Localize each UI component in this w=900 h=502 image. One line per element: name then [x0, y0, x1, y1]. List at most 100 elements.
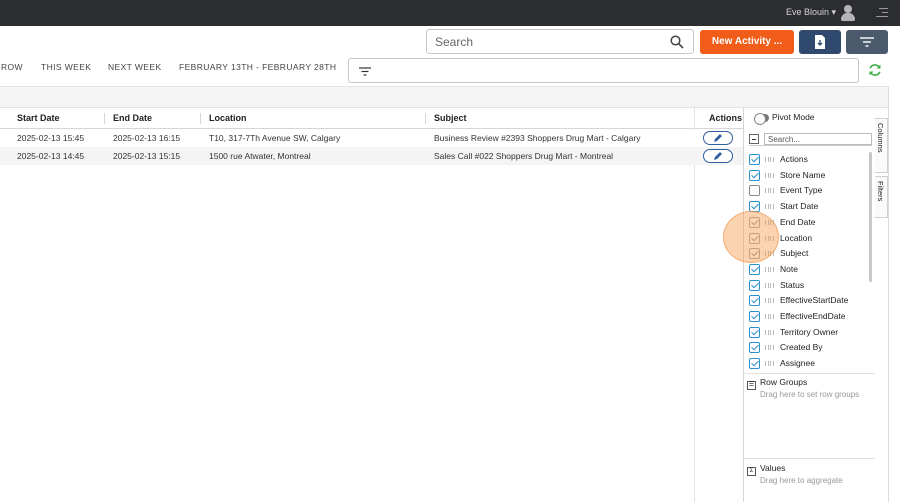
column-checkbox[interactable]	[749, 311, 760, 322]
column-item[interactable]: Status	[749, 278, 867, 293]
search-icon[interactable]	[670, 35, 684, 49]
filter-lines-icon	[860, 37, 874, 47]
column-item[interactable]: Actions	[749, 152, 867, 167]
search-box[interactable]	[426, 29, 694, 54]
right-border	[888, 86, 889, 502]
column-checkbox[interactable]	[749, 326, 760, 338]
filter-button[interactable]	[846, 30, 888, 54]
column-item[interactable]: Note	[749, 262, 867, 277]
column-checkbox[interactable]	[749, 342, 760, 354]
header-subject[interactable]: Subject	[425, 108, 467, 129]
drag-handle-icon[interactable]	[765, 172, 774, 178]
column-search-input[interactable]	[764, 133, 872, 145]
activity-grid: Start Date End Date Location Subject Act…	[0, 108, 743, 502]
drag-handle-icon[interactable]	[765, 204, 774, 210]
column-label: Created By	[780, 342, 823, 353]
drag-handle-icon[interactable]	[765, 282, 774, 288]
nav-this-week[interactable]: THIS WEEK	[41, 62, 91, 72]
column-checkbox[interactable]	[749, 185, 760, 197]
cell-end-date: 2025-02-13 16:15	[113, 133, 181, 143]
tab-columns[interactable]: Columns	[875, 118, 888, 173]
side-tabs: Columns Filters	[875, 118, 888, 218]
cell-start-date: 2025-02-13 14:45	[17, 151, 85, 161]
table-row[interactable]: 2025-02-13 15:45 2025-02-13 16:15 T10, 3…	[0, 129, 743, 147]
cell-location: T10, 317-7Th Avenue SW, Calgary	[209, 133, 341, 143]
column-item[interactable]: EffectiveEndDate	[749, 309, 867, 324]
drag-handle-icon[interactable]	[765, 298, 774, 304]
column-label: End Date	[780, 216, 816, 227]
column-checkbox[interactable]	[749, 295, 760, 307]
header-end-date[interactable]: End Date	[104, 108, 152, 129]
column-search-row	[749, 133, 872, 146]
avatar-icon[interactable]	[840, 4, 856, 22]
export-document-button[interactable]	[799, 30, 841, 54]
table-row[interactable]: 2025-02-13 14:45 2025-02-13 15:15 1500 r…	[0, 147, 743, 165]
user-menu[interactable]: Eve Blouin ▾	[786, 7, 836, 18]
cell-start-date: 2025-02-13 15:45	[17, 133, 85, 143]
pencil-icon	[714, 152, 722, 160]
column-checkbox[interactable]	[749, 279, 760, 291]
nav-row[interactable]: ROW	[1, 62, 23, 72]
column-item[interactable]: Start Date	[749, 199, 867, 214]
column-label: EffectiveStartDate	[780, 295, 849, 306]
column-label: Status	[780, 279, 805, 290]
row-groups-drop-zone[interactable]: Drag here to set row groups	[760, 390, 870, 400]
column-checkbox[interactable]	[749, 358, 760, 370]
column-tool-panel: Pivot Mode Actions Store Name Event Type St…	[743, 108, 875, 502]
row-groups-icon: ☰	[747, 381, 756, 390]
column-label: Event Type	[780, 185, 823, 196]
header-location[interactable]: Location	[200, 108, 247, 129]
select-all-checkbox[interactable]	[749, 134, 759, 144]
filter-lines-icon	[359, 67, 371, 76]
values-drop-zone[interactable]: Drag here to aggregate	[760, 476, 870, 486]
row-groups-header: ☰ Row Groups	[747, 377, 808, 390]
cell-subject: Business Review #2393 Shoppers Drug Mart…	[434, 133, 641, 143]
column-item[interactable]: Event Type	[749, 183, 867, 198]
column-item[interactable]: EffectiveStartDate	[749, 293, 867, 308]
group-bar	[0, 86, 888, 108]
divider	[744, 458, 875, 459]
new-activity-button[interactable]: New Activity ...	[700, 30, 794, 54]
cell-location: 1500 rue Atwater, Montreal	[209, 151, 311, 161]
drag-handle-icon[interactable]	[765, 345, 774, 351]
column-list-scrollbar[interactable]	[869, 152, 872, 282]
nav-date-range[interactable]: FEBRUARY 13TH - FEBRUARY 28TH	[179, 62, 336, 72]
search-input[interactable]	[435, 34, 665, 50]
header-start-date[interactable]: Start Date	[8, 108, 60, 129]
drag-handle-icon[interactable]	[765, 266, 774, 272]
sigma-icon: Σ	[747, 467, 756, 476]
drag-handle-icon[interactable]	[765, 188, 774, 194]
column-label: Start Date	[780, 201, 819, 212]
edit-button[interactable]	[703, 149, 733, 163]
column-label: Actions	[780, 154, 808, 164]
column-item[interactable]: Territory Owner	[749, 325, 867, 340]
column-checkbox[interactable]	[749, 154, 760, 165]
top-bar: Eve Blouin ▾	[0, 0, 900, 26]
nav-next-week[interactable]: NEXT WEEK	[108, 62, 162, 72]
column-checkbox[interactable]	[749, 263, 760, 275]
edit-button[interactable]	[703, 131, 733, 145]
drag-handle-icon[interactable]	[765, 314, 774, 319]
column-label: EffectiveEndDate	[780, 311, 846, 321]
column-item[interactable]: Assignee	[749, 356, 867, 371]
hamburger-menu-icon[interactable]	[876, 8, 888, 18]
column-label: Assignee	[780, 358, 815, 369]
pencil-icon	[714, 134, 722, 142]
cell-end-date: 2025-02-13 15:15	[113, 151, 181, 161]
tab-filters[interactable]: Filters	[875, 176, 888, 218]
drag-handle-icon[interactable]	[765, 157, 774, 162]
column-label: Store Name	[780, 169, 826, 180]
filter-bar[interactable]	[348, 58, 859, 83]
column-label: Territory Owner	[780, 326, 839, 337]
cell-subject: Sales Call #022 Shoppers Drug Mart - Mon…	[434, 151, 614, 161]
refresh-icon[interactable]	[868, 63, 882, 77]
pivot-mode-label: Pivot Mode	[772, 112, 815, 122]
column-item[interactable]: Store Name	[749, 168, 867, 183]
drag-handle-icon[interactable]	[765, 329, 774, 335]
divider	[744, 373, 875, 374]
column-checkbox[interactable]	[749, 169, 760, 181]
actions-column	[694, 108, 743, 502]
column-item[interactable]: Created By	[749, 340, 867, 355]
grid-header: Start Date End Date Location Subject Act…	[0, 108, 743, 129]
drag-handle-icon[interactable]	[765, 361, 774, 367]
